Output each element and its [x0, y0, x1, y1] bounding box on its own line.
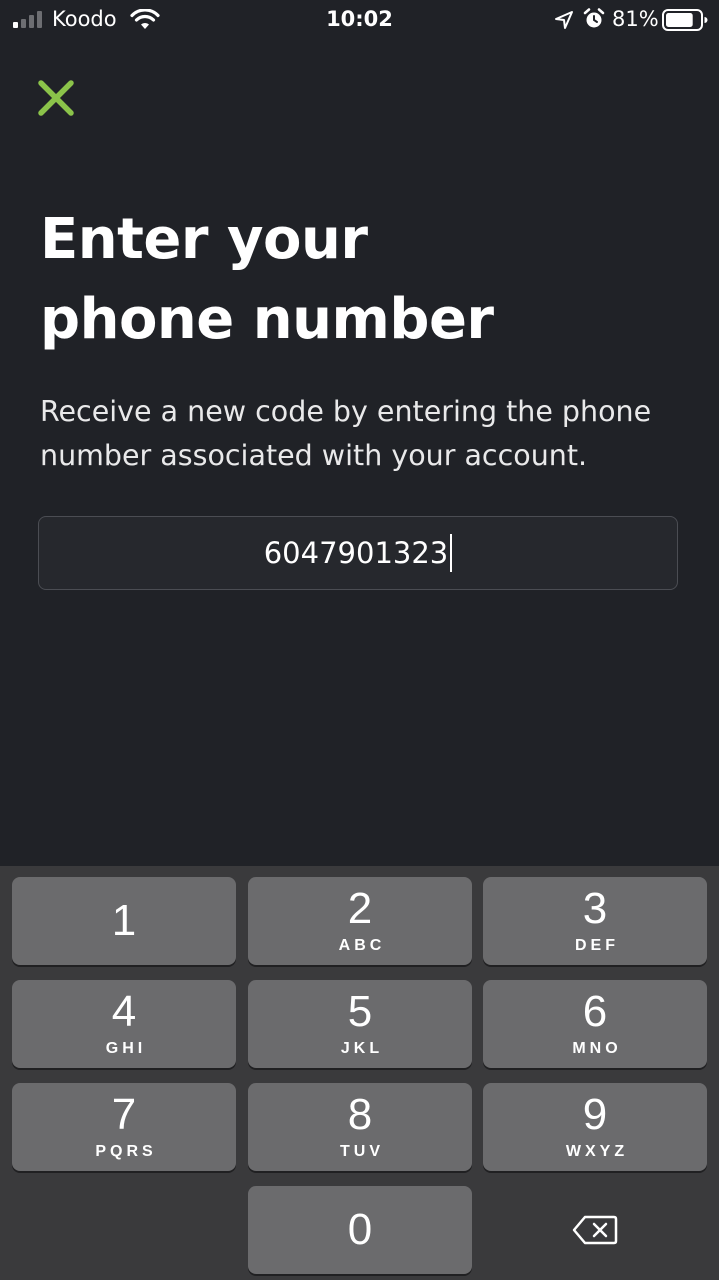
backspace-icon — [572, 1215, 618, 1245]
key-3[interactable]: 3 DEF — [483, 877, 707, 965]
key-digit: 6 — [582, 987, 608, 1036]
phone-number-value: 6047901323 — [263, 536, 449, 570]
key-letters: ABC — [338, 937, 386, 954]
key-letters: MNO — [572, 1040, 622, 1057]
key-1[interactable]: 1 — [12, 877, 236, 965]
key-digit: 0 — [347, 1205, 373, 1254]
key-6[interactable]: 6 MNO — [483, 980, 707, 1068]
key-digit: 3 — [582, 884, 608, 933]
key-letters: TUV — [340, 1143, 384, 1160]
phone-number-input[interactable]: 6047901323 — [38, 516, 678, 590]
key-digit: 5 — [347, 987, 373, 1036]
alarm-icon — [583, 8, 605, 28]
key-4[interactable]: 4 GHI — [12, 980, 236, 1068]
delete-button[interactable] — [483, 1186, 707, 1274]
key-8[interactable]: 8 TUV — [248, 1083, 472, 1171]
key-digit: 2 — [347, 884, 373, 933]
key-7[interactable]: 7 PQRS — [12, 1083, 236, 1171]
key-letters: WXYZ — [565, 1143, 629, 1160]
key-letters: PQRS — [95, 1143, 157, 1160]
battery-icon — [662, 9, 708, 31]
phone-number-screen: Koodo 10:02 81% Enter your phone number … — [0, 0, 719, 1280]
key-letters: GHI — [105, 1040, 147, 1057]
close-icon — [38, 80, 74, 116]
instructions-text: Receive a new code by entering the phone… — [40, 395, 652, 472]
key-digit: 4 — [111, 987, 137, 1036]
key-letters: JKL — [340, 1040, 384, 1057]
close-button[interactable] — [36, 78, 76, 118]
key-9[interactable]: 9 WXYZ — [483, 1083, 707, 1171]
status-bar: Koodo 10:02 81% — [0, 0, 719, 40]
title-line-1: Enter your — [40, 207, 368, 272]
location-arrow-icon — [555, 11, 573, 29]
key-5[interactable]: 5 JKL — [248, 980, 472, 1068]
numeric-keypad: 1 2 ABC 3 DEF 4 GHI 5 JKL 6 MNO 7 PQRS 8… — [0, 866, 719, 1280]
key-digit: 9 — [582, 1090, 608, 1139]
title-line-2: phone number — [40, 287, 494, 352]
key-0[interactable]: 0 — [248, 1186, 472, 1274]
text-caret — [450, 534, 453, 572]
key-letters: DEF — [575, 937, 619, 954]
key-digit: 7 — [111, 1090, 137, 1139]
key-2[interactable]: 2 ABC — [248, 877, 472, 965]
key-digit: 8 — [347, 1090, 373, 1139]
page-title: Enter your phone number — [40, 200, 680, 360]
key-digit: 1 — [111, 896, 137, 945]
battery-percent: 81% — [612, 7, 659, 31]
